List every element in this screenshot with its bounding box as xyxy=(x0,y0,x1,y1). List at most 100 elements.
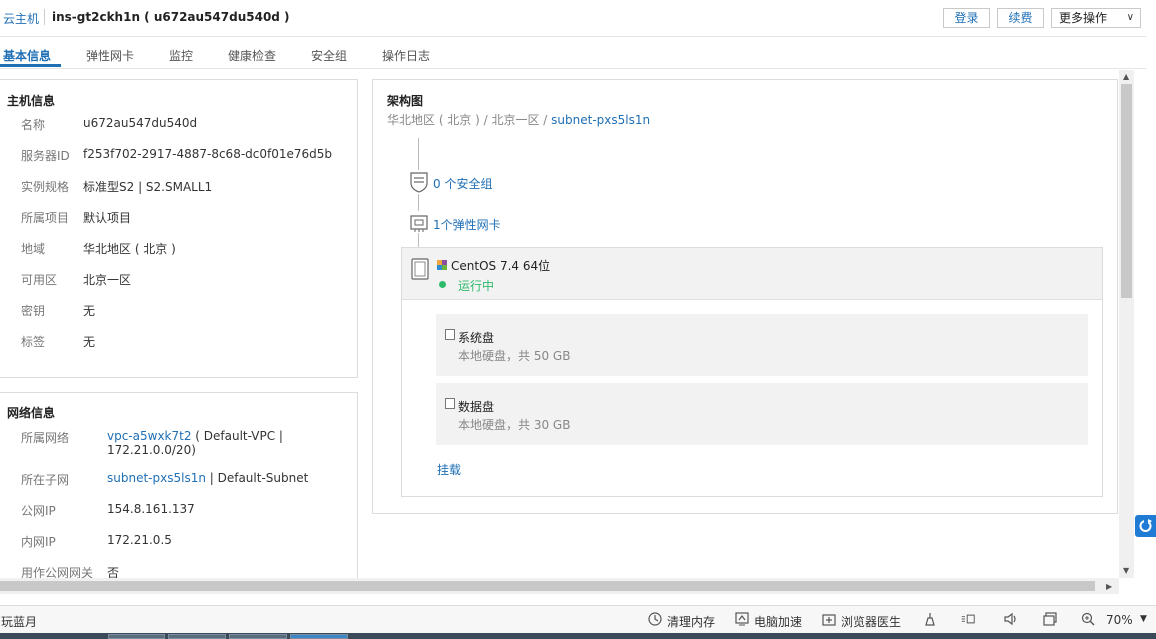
broom-icon[interactable] xyxy=(923,612,937,626)
vertical-scroll-thumb[interactable] xyxy=(1121,84,1132,298)
status-left-text[interactable]: 玩蓝月 xyxy=(1,613,37,630)
browser-doctor-icon xyxy=(822,614,836,626)
breadcrumb-cvm[interactable]: 云主机 xyxy=(3,10,39,27)
key-label: 密钥 xyxy=(21,304,46,318)
tab-operation-log[interactable]: 操作日志 xyxy=(382,47,430,64)
system-disk-name: 系统盘 xyxy=(458,331,495,345)
vm-header xyxy=(402,248,1102,300)
public-ip-label: 公网IP xyxy=(21,504,56,518)
page-title: ins-gt2ckh1n ( u672au547du540d ) xyxy=(52,10,290,24)
vpc-label: 所属网络 xyxy=(21,431,70,445)
floating-refresh-button[interactable] xyxy=(1135,515,1156,537)
subnet-link[interactable]: subnet-pxs5ls1n xyxy=(107,471,206,485)
zoom-chevron-down-icon[interactable]: ▼ xyxy=(1140,614,1147,624)
disk-icon xyxy=(445,398,455,409)
page-header: 云主机 ins-gt2ckh1n ( u672au547du540d ) 登录 … xyxy=(0,0,1146,37)
tab-monitor[interactable]: 监控 xyxy=(169,47,193,64)
status-dot-icon xyxy=(439,281,446,288)
architecture-title: 架构图 xyxy=(387,94,424,108)
host-info-title: 主机信息 xyxy=(7,94,56,108)
centos-logo-icon xyxy=(437,260,447,270)
tree-connector xyxy=(418,138,419,170)
chevron-down-icon: ∨ xyxy=(1126,12,1134,23)
data-disk-card[interactable]: 数据盘 本地硬盘，共 30 GB xyxy=(436,383,1088,445)
host-name-label: 名称 xyxy=(21,118,46,132)
data-disk-name: 数据盘 xyxy=(458,400,495,414)
key-value: 无 xyxy=(83,304,96,318)
zoom-icon[interactable] xyxy=(1081,612,1095,626)
architecture-subnet-link[interactable]: subnet-pxs5ls1n xyxy=(551,113,650,127)
scroll-down-icon[interactable]: ▼ xyxy=(1123,566,1129,575)
network-status-icon[interactable] xyxy=(961,612,975,626)
active-tab-indicator xyxy=(0,64,61,67)
tab-basic-info[interactable]: 基本信息 xyxy=(3,47,51,64)
private-ip-label: 内网IP xyxy=(21,535,56,549)
system-disk-desc: 本地硬盘，共 50 GB xyxy=(458,349,571,363)
speedup-button[interactable]: 电脑加速 xyxy=(754,613,802,630)
renew-button[interactable]: 续费 xyxy=(997,8,1044,28)
network-info-title: 网络信息 xyxy=(7,406,56,420)
browser-status-bar: 玩蓝月 清理内存 电脑加速 浏览器医生 70% ▼ xyxy=(0,605,1156,634)
server-id-value: f253f702-2917-4887-8c68-dc0f01e76d5b xyxy=(83,147,333,161)
disk-icon xyxy=(445,329,455,340)
network-card-icon xyxy=(410,215,428,232)
server-id-label: 服务器ID xyxy=(21,149,70,163)
tab-bar: 基本信息 弹性网卡 监控 健康检查 安全组 操作日志 xyxy=(0,36,1146,69)
more-actions-dropdown[interactable]: 更多操作 ∨ xyxy=(1051,8,1141,28)
data-disk-desc: 本地硬盘，共 30 GB xyxy=(458,418,571,432)
project-label: 所属项目 xyxy=(21,211,70,225)
subnet-value: subnet-pxs5ls1n | Default-Subnet xyxy=(107,471,308,485)
host-name-value: u672au547du540d xyxy=(83,116,198,130)
vpc-cidr: 172.21.0.0/20) xyxy=(107,443,196,457)
scroll-right-icon[interactable]: ▶ xyxy=(1106,582,1112,591)
tree-connector xyxy=(418,233,419,247)
clear-memory-button[interactable]: 清理内存 xyxy=(667,613,715,630)
tag-label: 标签 xyxy=(21,335,46,349)
taskbar-app[interactable] xyxy=(108,634,165,639)
tab-health-check[interactable]: 健康检查 xyxy=(228,47,276,64)
zoom-level[interactable]: 70% xyxy=(1106,613,1133,627)
horizontal-scroll-thumb[interactable] xyxy=(0,581,1095,591)
browser-doctor-button[interactable]: 浏览器医生 xyxy=(841,613,901,630)
tab-security-group[interactable]: 安全组 xyxy=(311,47,347,64)
taskbar-app[interactable] xyxy=(168,634,226,639)
private-ip-value: 172.21.0.5 xyxy=(107,533,172,547)
clock-icon xyxy=(648,612,662,626)
tag-value: 无 xyxy=(83,335,96,349)
vpc-value: vpc-a5wxk7t2 ( Default-VPC | xyxy=(107,429,283,443)
network-info-panel: 网络信息 xyxy=(0,392,358,592)
vpc-name: ( Default-VPC | xyxy=(191,429,283,443)
speaker-icon[interactable] xyxy=(1003,612,1017,626)
region-label: 地域 xyxy=(21,242,46,256)
horizontal-scrollbar[interactable]: ▶ xyxy=(0,578,1119,594)
tree-connector xyxy=(418,194,419,211)
speedup-icon xyxy=(735,612,749,626)
header-divider xyxy=(44,9,45,25)
refresh-icon xyxy=(1139,519,1152,532)
instance-type-value: 标准型S2 | S2.SMALL1 xyxy=(83,180,213,194)
instance-type-label: 实例规格 xyxy=(21,180,70,194)
taskbar-app[interactable] xyxy=(229,634,287,639)
eni-link[interactable]: 1个弹性网卡 xyxy=(433,216,501,233)
shield-icon xyxy=(410,172,428,193)
taskbar-app[interactable] xyxy=(290,634,348,639)
window-icon[interactable] xyxy=(1043,612,1057,626)
mount-link[interactable]: 挂载 xyxy=(437,461,461,478)
login-button[interactable]: 登录 xyxy=(943,8,990,28)
scroll-up-icon[interactable]: ▲ xyxy=(1123,72,1129,81)
project-value: 默认项目 xyxy=(83,211,132,225)
system-disk-card[interactable]: 系统盘 本地硬盘，共 50 GB xyxy=(436,314,1088,376)
subnet-label: 所在子网 xyxy=(21,473,70,487)
vm-status: 运行中 xyxy=(458,279,495,293)
tab-eni[interactable]: 弹性网卡 xyxy=(86,47,134,64)
zone-value: 北京一区 xyxy=(83,273,132,287)
vertical-scrollbar[interactable]: ▲ ▼ xyxy=(1119,70,1134,578)
subnet-name: | Default-Subnet xyxy=(205,471,309,485)
server-icon xyxy=(411,258,429,280)
public-ip-value: 154.8.161.137 xyxy=(107,502,195,516)
zone-label: 可用区 xyxy=(21,273,58,287)
architecture-path: 华北地区 ( 北京 ) / 北京一区 / subnet-pxs5ls1n xyxy=(387,111,650,128)
more-actions-label: 更多操作 xyxy=(1059,11,1108,25)
vpc-link[interactable]: vpc-a5wxk7t2 xyxy=(107,429,191,443)
security-group-link[interactable]: 0 个安全组 xyxy=(433,175,492,192)
